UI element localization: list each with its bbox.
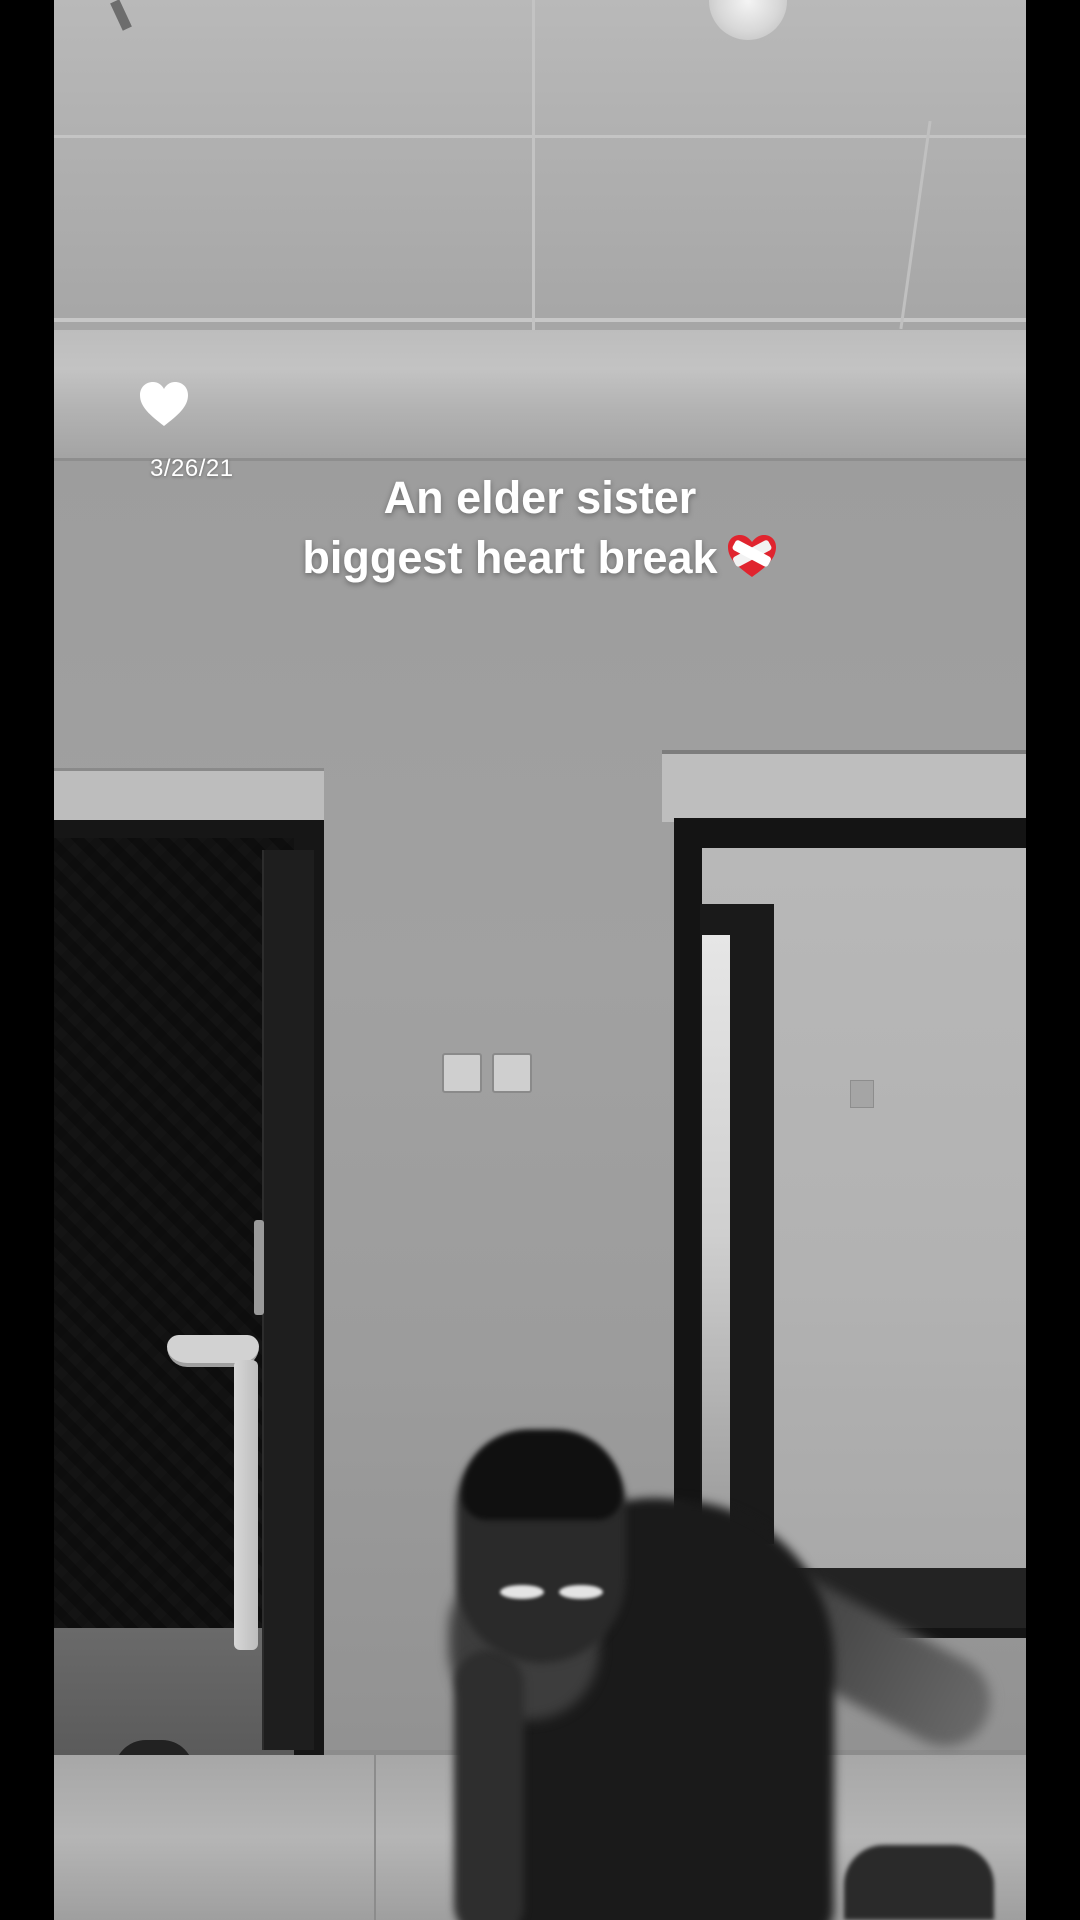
door-handle	[254, 1220, 264, 1315]
floor-tile-seam	[374, 1755, 376, 1920]
heart-icon	[140, 382, 188, 426]
ceiling-panel-line	[54, 135, 1026, 138]
caption-line-2-text: biggest heart break	[302, 532, 718, 583]
ceiling-panel-line	[532, 0, 535, 330]
left-door-panel	[262, 850, 314, 1750]
caption-line-1: An elder sister	[383, 472, 697, 523]
door-gap-light	[702, 935, 730, 1535]
sink-pedestal	[234, 1360, 258, 1650]
left-door-header	[54, 768, 324, 823]
person-arm-front	[454, 1650, 524, 1920]
person-eye	[500, 1585, 544, 1599]
video-frame: 3/26/21 An elder sister biggest heart br…	[0, 0, 1080, 1920]
person-eye	[559, 1585, 603, 1599]
right-door-header	[662, 750, 1026, 822]
cloth-on-floor	[844, 1845, 994, 1920]
ceiling-panel-line	[54, 318, 1026, 322]
mending-heart-icon	[727, 535, 776, 577]
light-switch	[492, 1053, 532, 1093]
light-switch	[442, 1053, 482, 1093]
ceiling	[54, 0, 1026, 330]
cornice	[54, 330, 1026, 460]
wall-switch-inner	[850, 1080, 874, 1108]
scene-photo	[54, 0, 1026, 1920]
caption-line-2: biggest heart break	[200, 528, 880, 588]
caption-text: An elder sister biggest heart break	[200, 468, 880, 588]
